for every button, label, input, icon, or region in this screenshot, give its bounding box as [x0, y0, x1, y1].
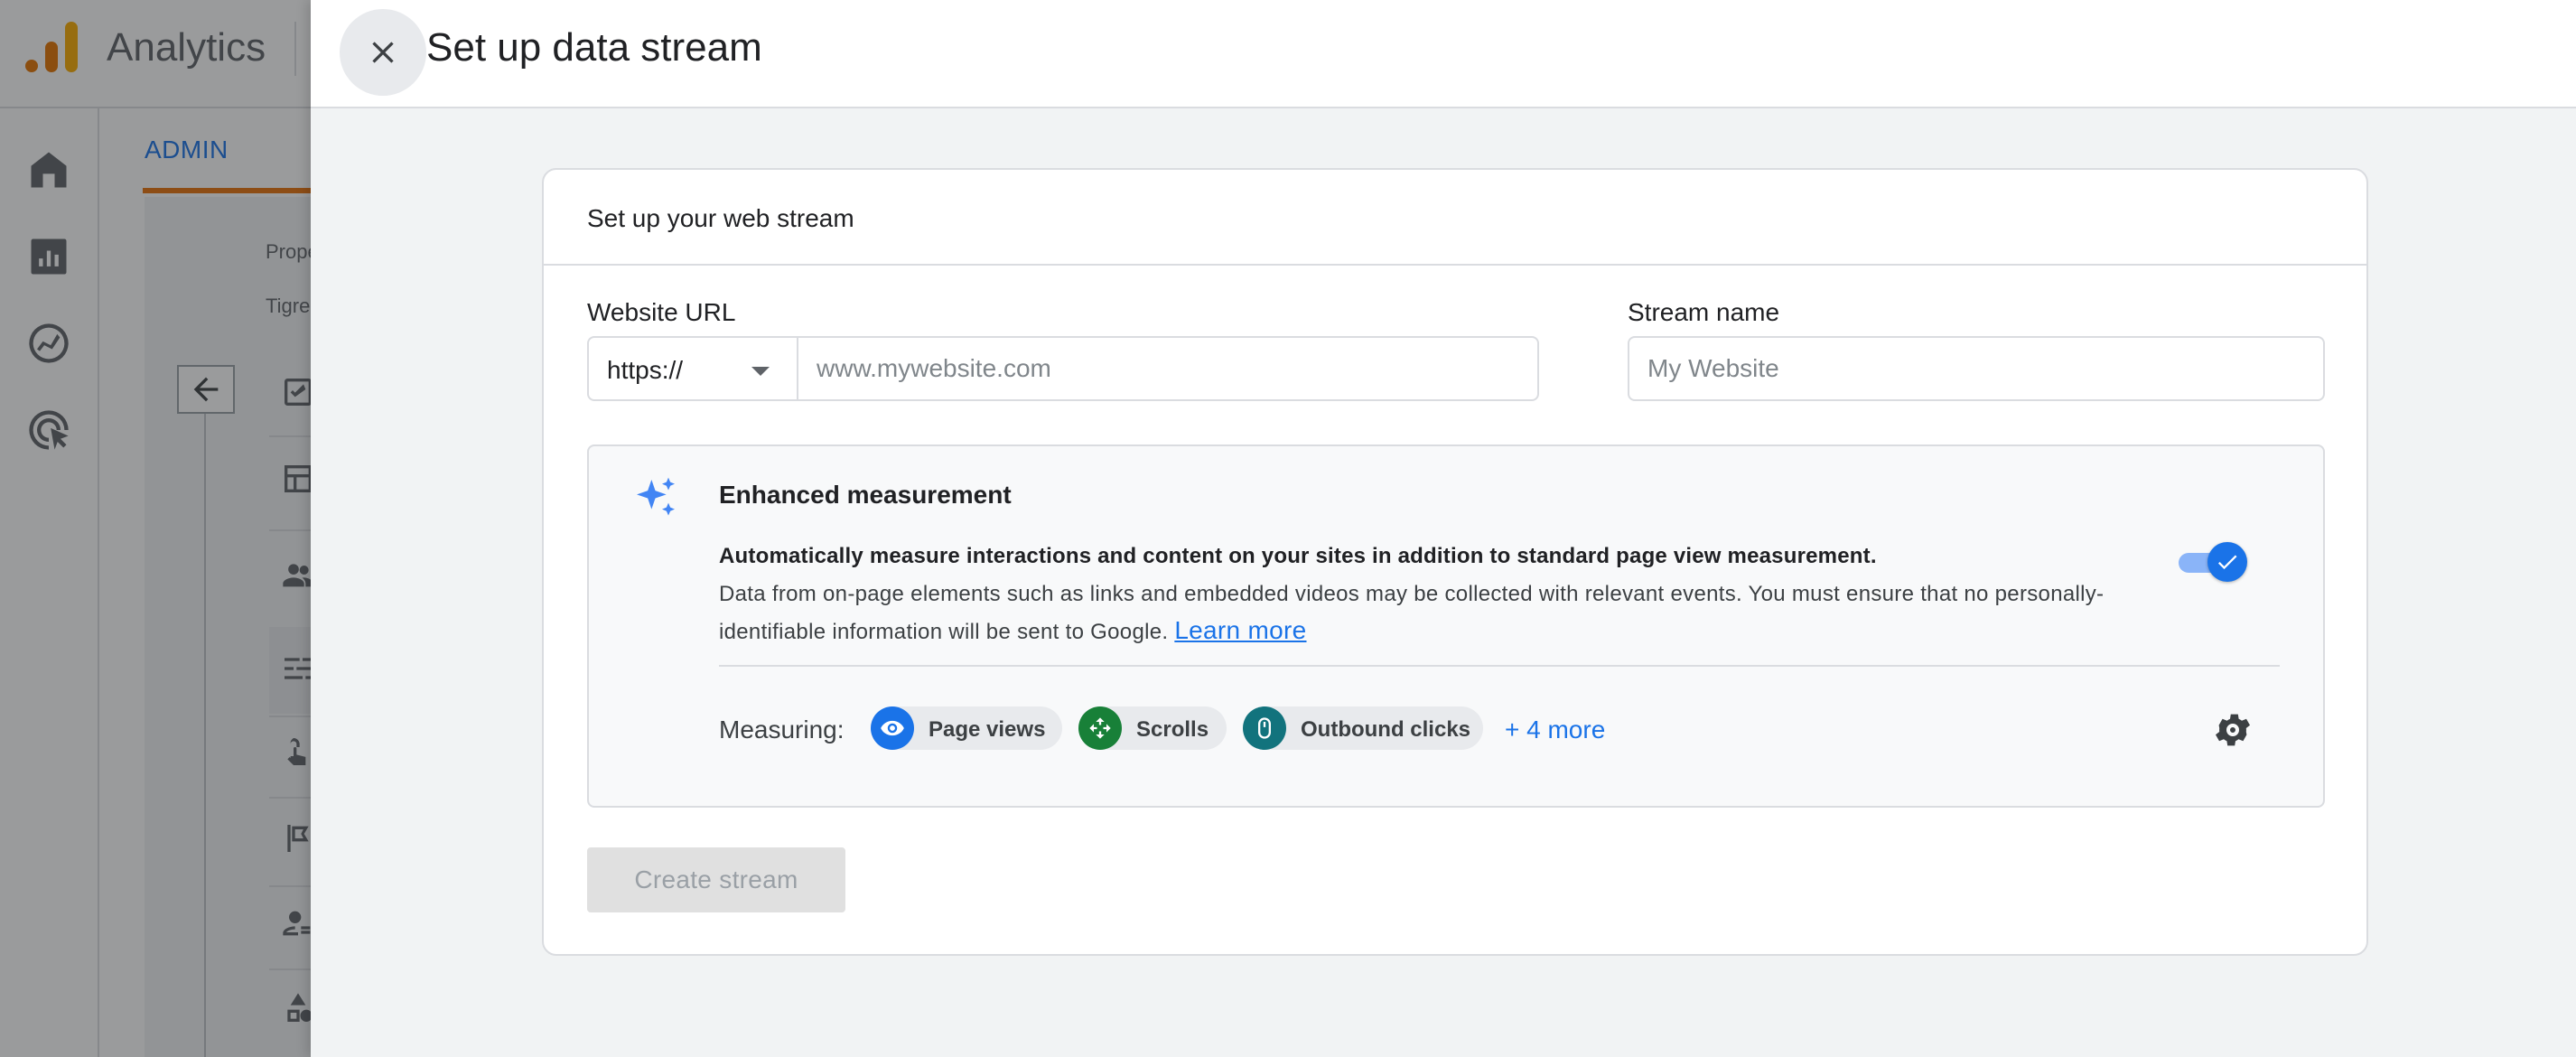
enhanced-measurement-summary: Automatically measure interactions and c… — [719, 544, 1877, 568]
sparkle-icon — [630, 473, 681, 524]
card-header: Set up your web stream — [544, 170, 2366, 266]
chip-scrolls[interactable]: Scrolls — [1078, 706, 1227, 750]
website-url-input[interactable] — [797, 336, 1539, 401]
more-events-link[interactable]: + 4 more — [1505, 716, 1605, 744]
chevron-down-icon — [751, 367, 770, 376]
close-icon — [372, 42, 394, 63]
web-stream-card: Set up your web stream Website URL https… — [542, 168, 2368, 956]
chip-outbound-clicks[interactable]: Outbound clicks — [1243, 706, 1483, 750]
gear-icon[interactable] — [2211, 708, 2254, 752]
close-button[interactable] — [340, 9, 426, 96]
chip-label: Outbound clicks — [1301, 717, 1471, 742]
stream-name-label: Stream name — [1628, 298, 1780, 326]
create-stream-button[interactable]: Create stream — [587, 847, 845, 912]
scroll-icon — [1078, 706, 1122, 750]
stream-name-input[interactable] — [1628, 336, 2325, 401]
chip-label: Scrolls — [1136, 717, 1209, 742]
panel-title: Set up data stream — [426, 25, 762, 70]
section-divider — [719, 665, 2280, 667]
protocol-select[interactable]: https:// — [587, 336, 797, 401]
description-text: Data from on-page elements such as links… — [719, 582, 2105, 644]
enhanced-measurement-description: Data from on-page elements such as links… — [719, 576, 2146, 650]
measuring-label: Measuring: — [719, 716, 845, 744]
protocol-value: https:// — [607, 356, 684, 384]
enhanced-measurement-title: Enhanced measurement — [719, 481, 1012, 509]
website-url-label: Website URL — [587, 298, 736, 326]
enhanced-measurement-section: Enhanced measurement Automatically measu… — [587, 444, 2325, 808]
chip-label: Page views — [929, 717, 1046, 742]
toggle-knob — [2207, 542, 2247, 582]
enhanced-measurement-toggle[interactable] — [2175, 540, 2247, 584]
chip-page-views[interactable]: Page views — [871, 706, 1062, 750]
data-stream-panel: Set up data stream Set up your web strea… — [311, 0, 2576, 1057]
check-icon — [2217, 555, 2237, 570]
card-title: Set up your web stream — [587, 204, 854, 232]
learn-more-link[interactable]: Learn more — [1174, 616, 1306, 644]
mouse-icon — [1243, 706, 1286, 750]
panel-header: Set up data stream — [311, 0, 2576, 108]
eye-icon — [871, 706, 914, 750]
